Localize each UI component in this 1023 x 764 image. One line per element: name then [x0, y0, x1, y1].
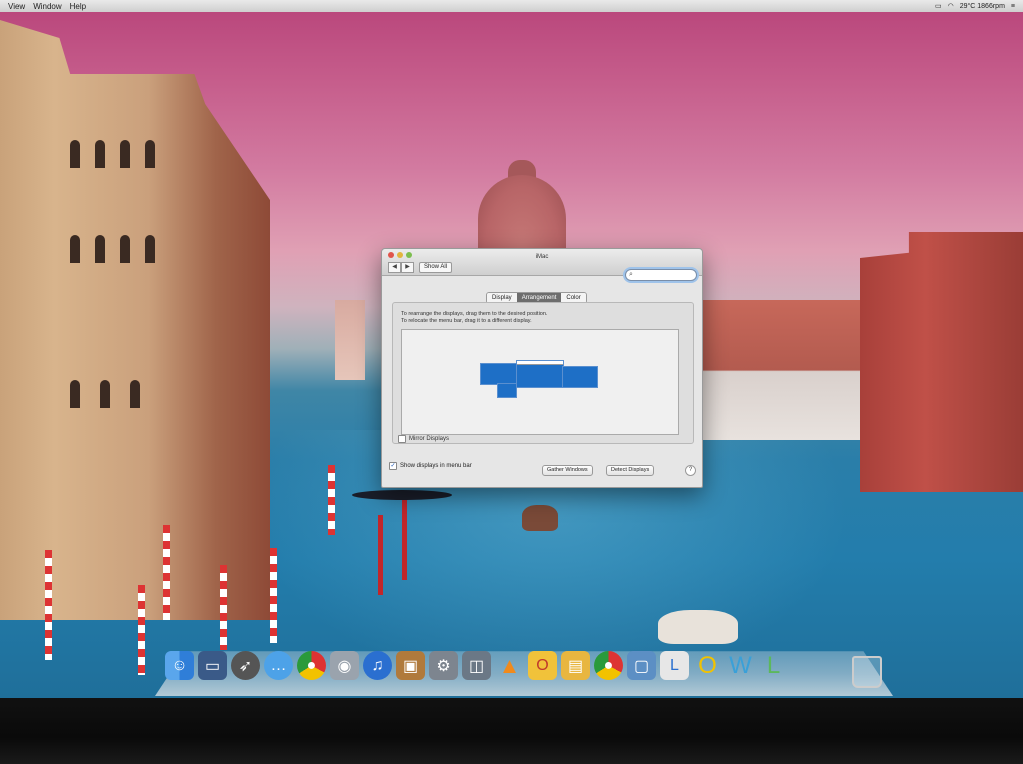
back-button[interactable]: ◀ [388, 262, 401, 273]
gather-windows-button[interactable]: Gather Windows [542, 465, 593, 476]
displays-preferences-window: iMac ◀ ▶ Show All ⌕ Display Arrangement … [381, 248, 703, 488]
chrome-icon[interactable]: ● [594, 651, 623, 680]
status-readout[interactable]: 29°C 1866rpm [960, 3, 1005, 10]
menu-window[interactable]: Window [33, 2, 61, 11]
wallpaper-pole [270, 548, 277, 643]
forward-button[interactable]: ▶ [401, 262, 414, 273]
display-left[interactable] [480, 363, 518, 385]
wallpaper-building-left [0, 20, 270, 620]
window-title: iMac [535, 254, 549, 260]
mirror-displays-label: Mirror Displays [409, 436, 450, 442]
wallpaper-boat [522, 505, 558, 531]
vlc-icon[interactable]: ▲ [495, 651, 524, 680]
menu-bar: View Window Help ▭ ◠ 29°C 1866rpm ≡ [0, 0, 1023, 12]
wallpaper-tower [335, 300, 365, 380]
menu-bar-indicator[interactable] [517, 361, 563, 365]
w-icon[interactable]: W [726, 651, 755, 680]
wallpaper-pole [45, 550, 52, 660]
window-titlebar[interactable]: iMac ◀ ▶ Show All ⌕ [382, 249, 702, 281]
itunes-icon[interactable]: ♫ [363, 651, 392, 680]
wallpaper-pole [220, 565, 227, 650]
dock-icons: ☺ ▭ ➶ … ● ◉ ♫ ▣ ⚙ ◫ ▲ O ▤ ● ▢ L O W L [165, 640, 885, 680]
office-icon[interactable]: O [528, 651, 557, 680]
search-input[interactable]: ⌕ [625, 269, 697, 281]
wallpaper-pole [138, 585, 145, 675]
wallpaper-building-mid [690, 300, 870, 440]
menu-help[interactable]: Help [70, 2, 86, 11]
menu-view[interactable]: View [8, 2, 25, 11]
finder-icon[interactable]: ☺ [165, 651, 194, 680]
mirror-displays-checkbox[interactable] [398, 435, 406, 443]
show-in-menubar-label: Show displays in menu bar [400, 463, 472, 469]
help-button[interactable]: ? [685, 465, 696, 476]
system-preferences-icon[interactable]: ⚙ [429, 651, 458, 680]
display-right[interactable] [562, 366, 598, 388]
monitor-bezel [0, 698, 1023, 764]
wifi-icon[interactable]: ◠ [948, 2, 954, 10]
system-profiler-icon[interactable]: ▭ [198, 651, 227, 680]
desktop-screen: View Window Help ▭ ◠ 29°C 1866rpm ≡ iMac… [0, 0, 1023, 698]
image-capture-icon[interactable]: ◫ [462, 651, 491, 680]
wallpaper-pole [328, 465, 335, 535]
display-main[interactable] [516, 360, 564, 388]
show-in-menubar-option: ✓ Show displays in menu bar [389, 462, 472, 470]
wallpaper-pole [402, 500, 407, 580]
facetime-icon[interactable]: ◉ [330, 651, 359, 680]
nav-buttons: ◀ ▶ [388, 262, 414, 273]
search-icon: ⌕ [629, 271, 633, 278]
instructions-line-2: To relocate the menu bar, drag it to a d… [401, 318, 532, 324]
mirror-displays-option: Mirror Displays [398, 435, 449, 443]
rocket-icon[interactable]: ➶ [231, 651, 260, 680]
display-bottom[interactable] [497, 383, 517, 398]
folder-icon[interactable]: ▤ [561, 651, 590, 680]
l-icon[interactable]: L [759, 651, 788, 680]
wallpaper-pole [378, 515, 383, 595]
wallpaper-building-right [860, 232, 1023, 492]
o-icon[interactable]: O [693, 651, 722, 680]
wallpaper-pole [163, 525, 170, 620]
office-l-icon[interactable]: L [660, 651, 689, 680]
arrangement-panel: To rearrange the displays, drag them to … [392, 302, 694, 444]
instructions: To rearrange the displays, drag them to … [401, 311, 547, 325]
trash-icon[interactable] [852, 656, 882, 688]
display-arrangement-area [401, 329, 679, 435]
iphoto-icon[interactable]: ▣ [396, 651, 425, 680]
preview-icon[interactable]: ▢ [627, 651, 656, 680]
chrome-icon[interactable]: ● [297, 651, 326, 680]
wallpaper-dome [478, 175, 566, 255]
wallpaper-gondola [352, 490, 452, 500]
show-all-button[interactable]: Show All [419, 262, 453, 273]
messages-icon[interactable]: … [264, 651, 293, 680]
wallpaper-boat [658, 610, 738, 644]
notification-icon[interactable]: ≡ [1011, 3, 1015, 10]
show-in-menubar-checkbox[interactable]: ✓ [389, 462, 397, 470]
airplay-icon[interactable]: ▭ [935, 2, 942, 10]
detect-displays-button[interactable]: Detect Displays [606, 465, 655, 476]
instructions-line-1: To rearrange the displays, drag them to … [401, 311, 548, 317]
